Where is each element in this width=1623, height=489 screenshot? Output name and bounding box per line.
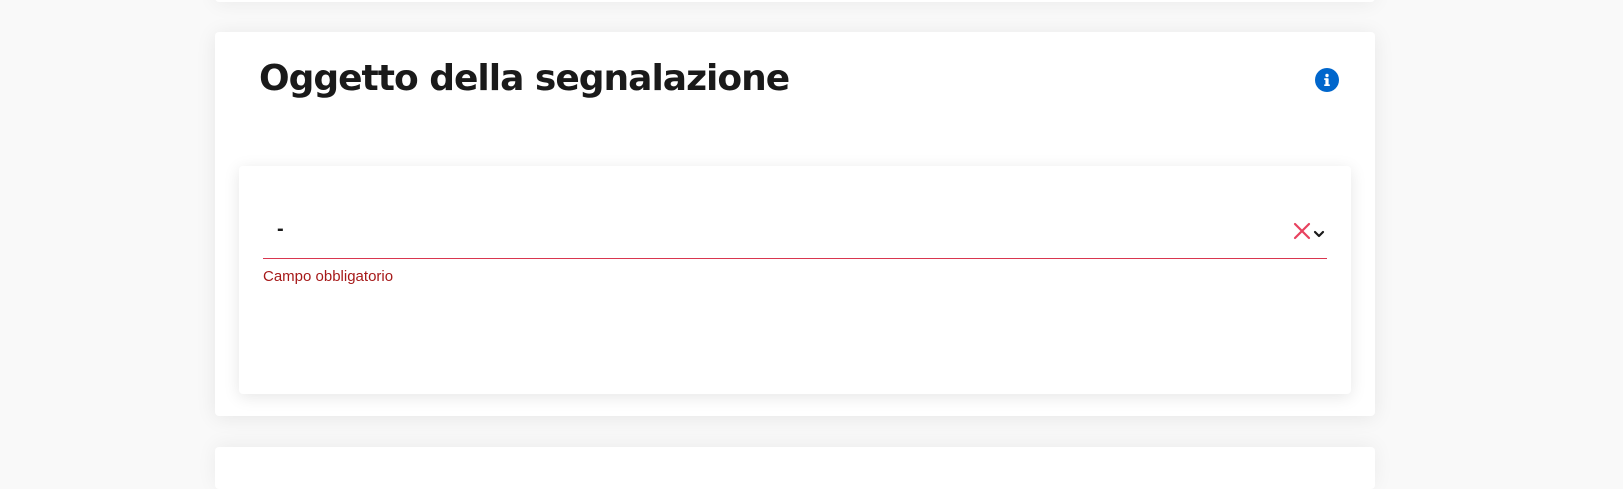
section-title: Oggetto della segnalazione <box>259 58 790 99</box>
subject-form-card: - Campo obbligatorio <box>239 166 1351 394</box>
required-field-error: Campo obbligatorio <box>263 268 394 285</box>
subject-select-value: - <box>277 218 284 240</box>
previous-section-card <box>215 0 1375 2</box>
subject-section-card: Oggetto della segnalazione - Campo obbli… <box>215 32 1375 416</box>
chevron-down-icon[interactable] <box>1313 226 1325 238</box>
subject-select[interactable]: - <box>263 206 1327 259</box>
close-icon[interactable] <box>1293 222 1311 240</box>
next-section-card <box>215 447 1375 489</box>
info-icon[interactable] <box>1315 68 1339 92</box>
